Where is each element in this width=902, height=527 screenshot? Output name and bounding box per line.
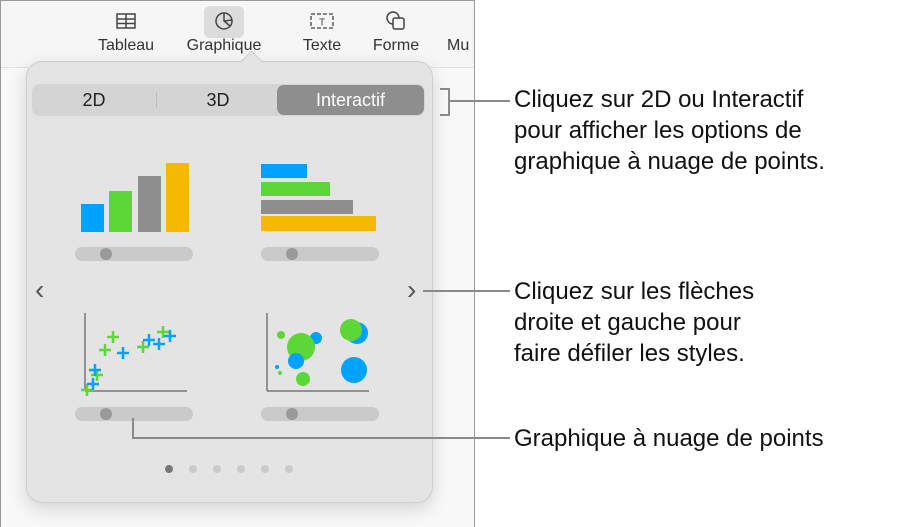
- callout-line-text: faire défiler les styles.: [514, 340, 745, 367]
- bubble: [296, 372, 310, 386]
- callout-scatter: Graphique à nuage de points: [514, 425, 824, 452]
- scatter-point: [107, 331, 119, 343]
- callout-line-text: droite et gauche pour: [514, 309, 741, 336]
- page-dot[interactable]: [213, 465, 221, 473]
- text-box-icon: T: [310, 13, 334, 29]
- style-slider[interactable]: [75, 407, 193, 421]
- callout-line-text: Cliquez sur les flèches: [514, 278, 755, 305]
- next-style-arrow[interactable]: ›: [407, 274, 416, 306]
- segment-3d[interactable]: 3D: [156, 84, 280, 116]
- bubble-chart-tile[interactable]: [259, 310, 379, 425]
- bar: [261, 182, 330, 196]
- bubble: [340, 319, 362, 341]
- toolbar-label: Tableau: [97, 37, 155, 54]
- callout-line-segments: [450, 100, 510, 102]
- callout-line-arrows: [423, 290, 510, 292]
- scatter-chart-tile[interactable]: [75, 310, 195, 425]
- segment-interactive[interactable]: Interactif: [277, 85, 424, 115]
- callout-line-scatter-vertical: [132, 418, 134, 438]
- toolbar-table-button[interactable]: Tableau: [96, 7, 156, 55]
- callout-line-text: Cliquez sur 2D ou Interactif: [514, 86, 804, 113]
- toolbar-label: Texte: [302, 37, 342, 54]
- toolbar: Tableau Graphique T Texte Forme Mu: [1, 1, 474, 68]
- bar-chart-icon: [261, 164, 376, 231]
- bubble: [278, 371, 282, 375]
- bracket-side: [448, 88, 450, 116]
- toolbar-text-button[interactable]: T Texte: [297, 7, 347, 55]
- bubble: [275, 365, 279, 369]
- page-dot[interactable]: [261, 465, 269, 473]
- column-bar: [166, 163, 189, 232]
- bubble: [277, 331, 285, 339]
- media-icon: [447, 7, 474, 35]
- column-bar: [138, 176, 161, 232]
- chart-icon: [215, 12, 233, 30]
- column-chart-tile[interactable]: [75, 157, 195, 267]
- bar: [261, 200, 353, 214]
- svg-text:T: T: [319, 18, 325, 29]
- callout-line-scatter: [132, 437, 510, 439]
- callout-line-text: graphique à nuage de points.: [514, 148, 825, 175]
- bar-chart-tile[interactable]: [259, 157, 379, 267]
- column-chart-icon: [81, 163, 189, 232]
- page-dot[interactable]: [237, 465, 245, 473]
- scatter-point: [99, 344, 111, 356]
- bubble-chart-icon: [266, 313, 369, 392]
- callout-line-text: pour afficher les options de: [514, 117, 802, 144]
- keynote-screenshot: Tableau Graphique T Texte Forme Mu 2D 3D…: [0, 0, 475, 527]
- style-slider[interactable]: [75, 247, 193, 261]
- slider-knob[interactable]: [100, 248, 112, 260]
- shape-icon: [386, 11, 405, 30]
- slider-knob[interactable]: [100, 408, 112, 420]
- scatter-chart-icon: [81, 313, 187, 396]
- toolbar-label: Mu: [447, 37, 470, 54]
- page-dot[interactable]: [189, 465, 197, 473]
- segment-2d[interactable]: 2D: [32, 84, 156, 116]
- slider-knob[interactable]: [286, 408, 298, 420]
- column-bar: [81, 204, 104, 232]
- table-icon: [116, 13, 136, 29]
- chart-type-segmented-control: 2D 3D Interactif: [32, 84, 425, 116]
- bracket-bottom: [440, 114, 450, 116]
- page-dot[interactable]: [165, 465, 173, 473]
- column-bar: [109, 191, 132, 232]
- page-dot[interactable]: [285, 465, 293, 473]
- toolbar-media-button[interactable]: Mu: [447, 7, 474, 55]
- bubble: [341, 357, 367, 383]
- toolbar-shape-button[interactable]: Forme: [367, 7, 425, 55]
- toolbar-label: Forme: [372, 37, 420, 54]
- scatter-point: [81, 384, 93, 396]
- bar: [261, 216, 376, 231]
- scatter-point: [137, 341, 149, 353]
- slider-knob[interactable]: [286, 248, 298, 260]
- previous-style-arrow[interactable]: ‹: [35, 274, 44, 306]
- callout-arrows: Cliquez sur les flèches droite et gauche…: [514, 276, 754, 369]
- bubble: [288, 353, 304, 369]
- style-slider[interactable]: [261, 407, 379, 421]
- toolbar-chart-button[interactable]: Graphique: [184, 6, 264, 55]
- callout-segments: Cliquez sur 2D ou Interactif pour affich…: [514, 84, 825, 177]
- style-slider[interactable]: [261, 247, 379, 261]
- scatter-point: [117, 347, 129, 359]
- bar: [261, 164, 307, 178]
